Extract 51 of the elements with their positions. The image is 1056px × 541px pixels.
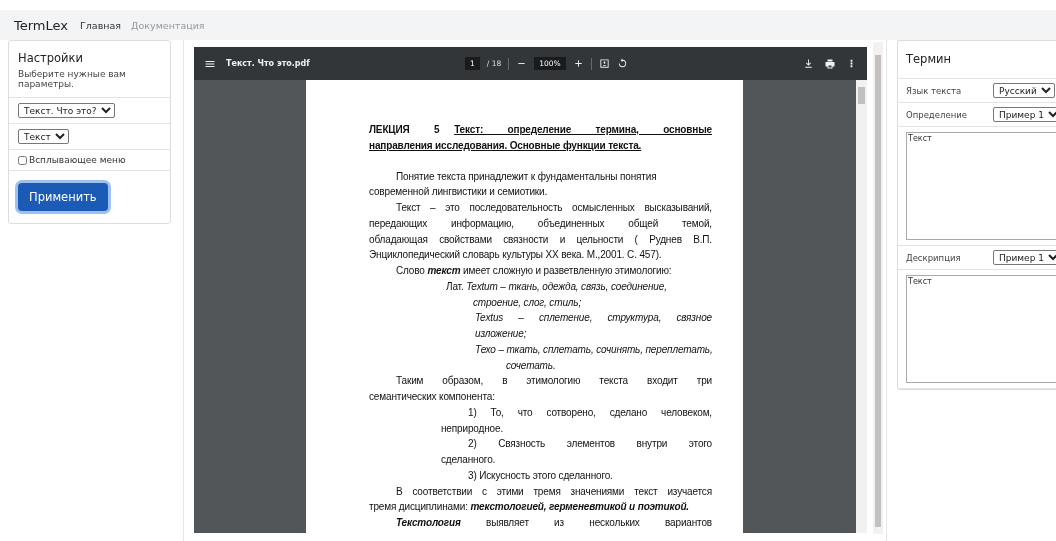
document-text: сделанного. [441,453,497,467]
document-text: Textus – сплетение, структура, связное [475,311,712,326]
field-label: Язык текста [906,85,963,96]
document-text: Таким образом, в этимологию текста входит три [396,374,712,389]
fit-page-icon[interactable] [598,58,610,69]
text-area[interactable]: Текст [906,132,1056,240]
option-select[interactable]: Пример 1 [993,250,1056,265]
nav-link[interactable]: Главная [80,19,122,31]
plus-icon[interactable] [572,58,584,69]
document-text: сочетать. [506,358,557,373]
type-select[interactable]: Текст [18,129,69,144]
text-area[interactable]: Текст [906,275,1056,383]
rotate-icon[interactable] [616,58,628,69]
document-text: семантических компонента: [369,390,496,404]
option-select[interactable]: Пример 1 [993,107,1056,122]
field-label: Определение [906,109,968,120]
field-label: Дескрипция [906,252,962,263]
document-text: 3) Искусность этого сделанного. [468,468,614,483]
document-text: 2) Связность элементов внутри этого [468,437,712,452]
option-select[interactable]: Русский [993,83,1055,98]
document-text: обладающая свойствами связности и цельности ( Руднев В.П. [369,232,712,247]
document-text: Лат. Textum – ткань, одежда, связь, соединение, [446,279,668,294]
scrollbar[interactable] [873,42,883,534]
document-text: Текст – это последовательность осмысленных высказываний, [396,201,712,215]
document-text: передающих информацию, объединенных общей темой, [369,216,712,231]
document-select[interactable]: Текст. Что это? [18,103,115,118]
document-text: строение, слог, стиль; [473,295,583,310]
document-text: 1) То, что сотворено, сделано человеком, [468,405,712,420]
apply-button[interactable]: Применить [18,183,108,211]
card-title: Термин [906,52,952,66]
document-text: Понятие текста принадлежит к фундаментальны понятия [396,169,658,184]
document-text: современной лингвистики и семиотики. [369,185,549,200]
card-subtitle: Выберите нужные вам параметры. [18,69,127,89]
document-text: В соответствии с этими тремя значениями текст изучается [396,484,712,499]
file-name: Текст. Что это.pdf [226,59,310,68]
document-text: тремя дисциплинами: текстологией, герменевтикой и поэтикой. [369,500,690,515]
popup-checkbox[interactable] [18,155,27,165]
document-text: Слово текст имеет сложную и разветвленную этимологию: [396,264,673,278]
document-heading: ЛЕКЦИЯ 5 Текст: определение термина, основные [369,123,712,137]
document-text: изложение; [475,327,528,341]
print-icon[interactable] [824,57,836,70]
document-text: Техо – ткать, сплетать, сочинять, переплетать, [475,342,712,357]
checkbox-label: Всплывающее меню [29,155,126,165]
document-text: Энциклопедический словарь культуры XX века. М.,2001. С. 457). [369,248,663,263]
document-text: Текстология выявляет из нескольких вариантов [396,516,712,530]
download-icon[interactable] [803,58,814,69]
brand-name[interactable]: TermLex [14,17,68,33]
card-title: Настройки [18,51,84,65]
scrollbar[interactable] [856,80,867,533]
document-heading: направления исследования. Основные функции текста. [369,138,643,153]
document-text: неприродное. [441,421,504,436]
